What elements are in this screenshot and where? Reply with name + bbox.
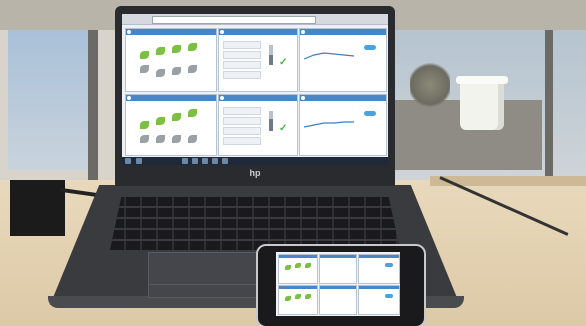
panel-header — [126, 29, 216, 35]
data-row — [223, 41, 261, 49]
cloud-icon — [364, 45, 376, 50]
app-icon[interactable] — [192, 158, 198, 164]
cloud-icon — [385, 263, 393, 267]
gauge-icon — [220, 96, 224, 100]
info-icon — [301, 96, 305, 100]
plants-panel-phone-bottom — [278, 285, 318, 315]
plant — [410, 60, 450, 110]
leaf-icon — [140, 51, 149, 59]
data-row — [223, 51, 261, 59]
gauge — [269, 111, 273, 131]
leaf-icon — [305, 294, 311, 299]
leaf-icon — [295, 263, 301, 268]
laptop-screen: ✓ ✓ — [122, 14, 388, 165]
cloud-icon — [364, 111, 376, 116]
bucket — [460, 80, 504, 130]
address-bar[interactable] — [152, 16, 316, 24]
panel-header — [300, 95, 386, 101]
leaf-icon — [156, 47, 165, 55]
keyboard-rows — [110, 196, 400, 250]
phone-screen — [276, 252, 400, 316]
data-row — [223, 71, 261, 79]
app-icon[interactable] — [212, 158, 218, 164]
leaf-icon — [188, 135, 197, 143]
hp-logo: hp — [249, 168, 261, 178]
leaf-icon — [156, 69, 165, 77]
trend-line — [304, 52, 354, 60]
data-row — [223, 61, 261, 69]
cloud-icon — [385, 294, 393, 298]
info-icon — [301, 30, 305, 34]
bucket-rim — [456, 76, 508, 84]
data-row — [223, 117, 261, 125]
window-frame-left — [88, 30, 98, 180]
taskbar — [122, 157, 388, 165]
leaf-icon — [156, 117, 165, 125]
panel-header — [126, 95, 216, 101]
leaf-icon — [285, 265, 291, 270]
panel-header — [219, 95, 297, 101]
leaf-icon — [285, 296, 291, 301]
panel-header — [279, 286, 317, 289]
panel-header — [359, 286, 399, 289]
leaf-icon — [140, 65, 149, 73]
panel-header — [300, 29, 386, 35]
data-row — [223, 107, 261, 115]
data-row — [223, 137, 261, 145]
photo-scene: hp ✓ ✓ — [0, 0, 586, 326]
plants-panel-top — [125, 28, 217, 92]
search-icon[interactable] — [136, 158, 142, 164]
forecast-panel-phone-bottom — [358, 285, 400, 315]
plants-panel-bottom — [125, 94, 217, 156]
leaf-icon — [305, 263, 311, 268]
leaf-icon — [140, 135, 149, 143]
check-icon: ✓ — [279, 57, 288, 68]
data-row — [223, 127, 261, 135]
power-adapter — [10, 180, 65, 236]
gauge-icon — [220, 30, 224, 34]
touchpad-buttons — [148, 284, 258, 297]
panel-header — [320, 286, 356, 289]
leaf-icon — [188, 65, 197, 73]
start-icon[interactable] — [125, 158, 131, 164]
gauge — [269, 45, 273, 65]
leaf-icon — [140, 121, 149, 129]
window-frame-right — [545, 30, 553, 180]
forecast-panel-phone-top — [358, 254, 400, 284]
leaf-icon — [172, 67, 181, 75]
app-icon[interactable] — [222, 158, 228, 164]
leaf-icon — [188, 43, 197, 51]
leaf-icon — [127, 96, 131, 100]
panel-header — [279, 255, 317, 258]
conditions-panel-phone-bottom — [319, 285, 357, 315]
panel-header — [359, 255, 399, 258]
gauge-fill — [269, 55, 273, 65]
check-icon: ✓ — [279, 123, 288, 134]
gauge-fill — [269, 119, 273, 131]
window-left — [8, 30, 94, 170]
leaf-icon — [156, 135, 165, 143]
leaf-icon — [127, 30, 131, 34]
app-icon[interactable] — [202, 158, 208, 164]
panel-header — [320, 255, 356, 258]
conditions-panel-phone-top — [319, 254, 357, 284]
forecast-panel-bottom — [299, 94, 387, 156]
panel-header — [219, 29, 297, 35]
browser-toolbar — [122, 14, 388, 25]
plants-panel-phone-top — [278, 254, 318, 284]
leaf-icon — [172, 45, 181, 53]
forecast-panel-top — [299, 28, 387, 92]
leaf-icon — [188, 109, 197, 117]
leaf-icon — [172, 113, 181, 121]
app-icon[interactable] — [182, 158, 188, 164]
conditions-panel-bottom: ✓ — [218, 94, 298, 156]
leaf-icon — [172, 135, 181, 143]
leaf-icon — [295, 294, 301, 299]
trend-line — [304, 121, 354, 128]
conditions-panel-top: ✓ — [218, 28, 298, 92]
